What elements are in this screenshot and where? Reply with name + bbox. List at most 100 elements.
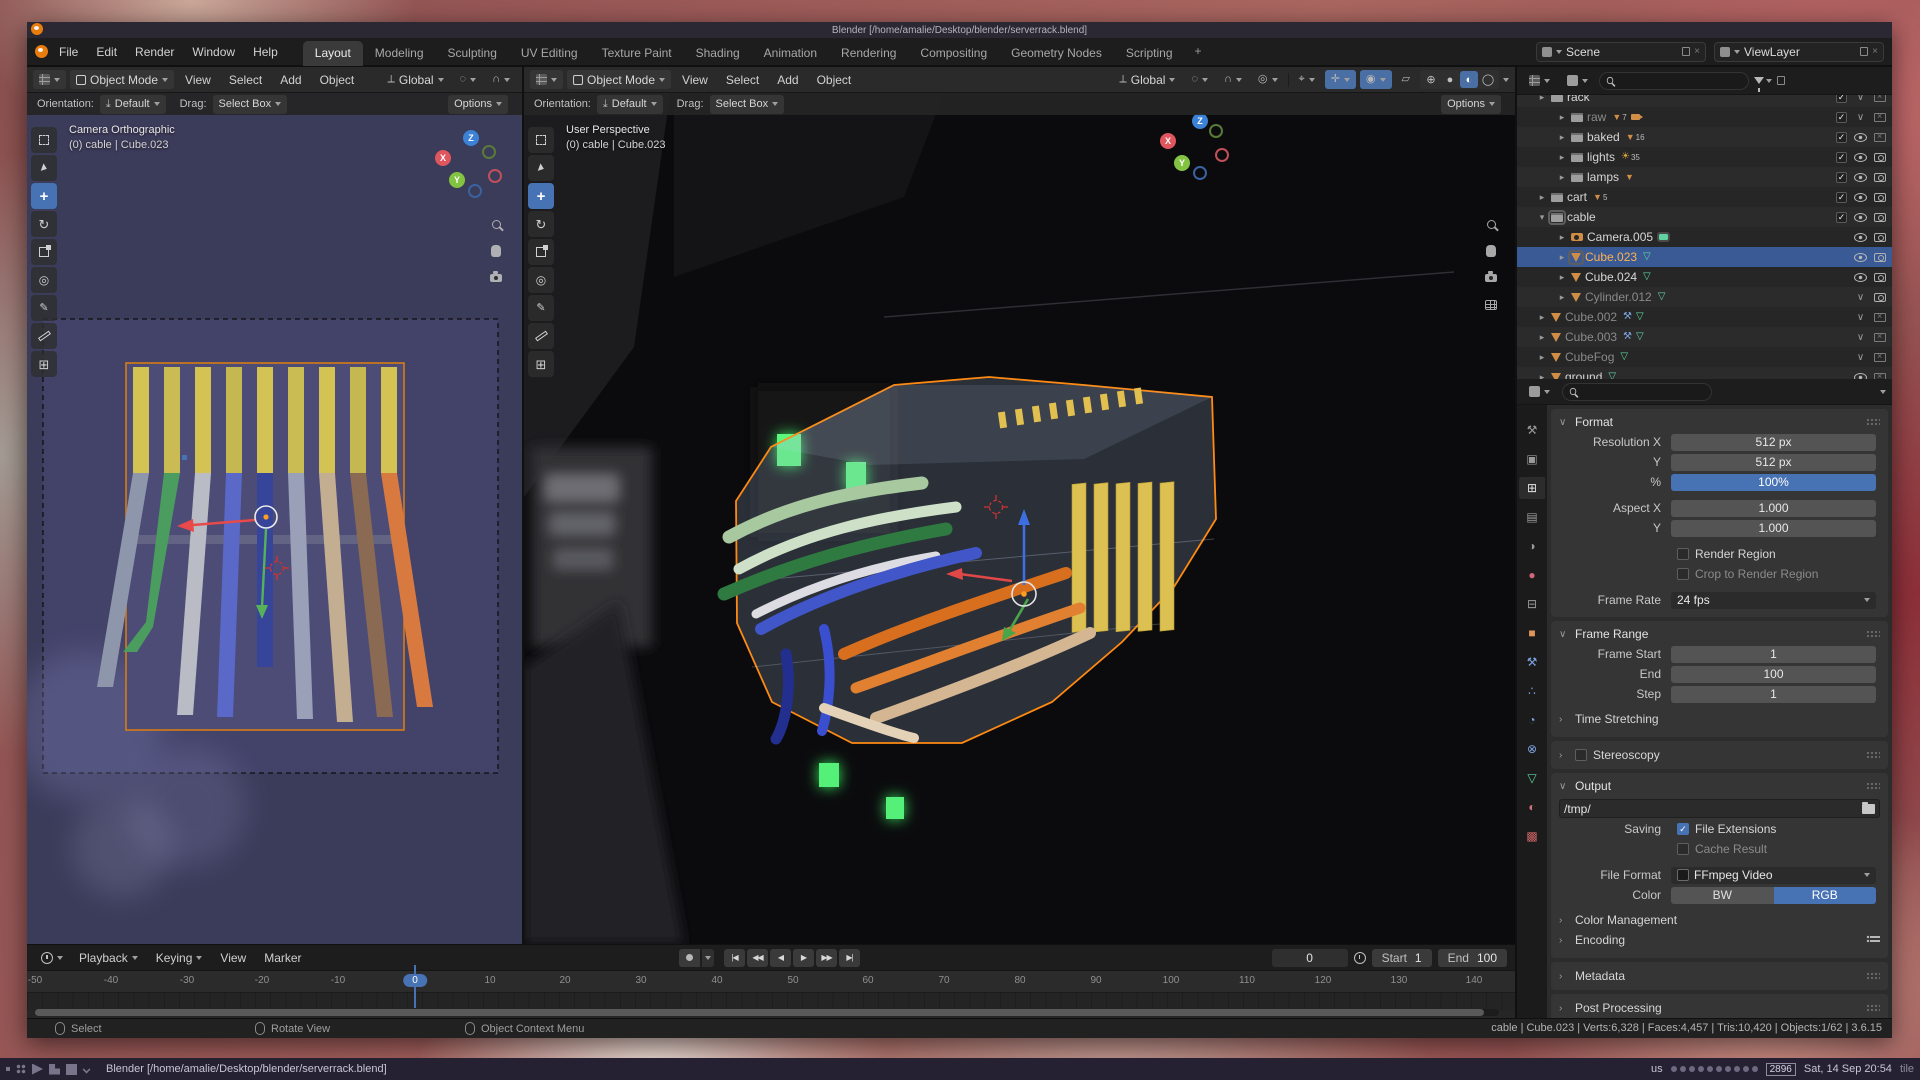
hide-eye-icon[interactable] (1854, 95, 1867, 103)
show-gizmos-toggle[interactable]: ✛ (1325, 70, 1356, 89)
expander-icon[interactable]: ▸ (1557, 132, 1567, 143)
next-keyframe-button[interactable]: ▶▶ (816, 949, 837, 967)
transform-orientation-dropdown[interactable]: ⟂Global (1113, 70, 1181, 89)
frame-step-field[interactable]: 1 (1671, 686, 1876, 703)
outliner-search[interactable] (1599, 72, 1749, 90)
workspace-tab[interactable]: Scripting (1114, 41, 1185, 66)
new-scene-icon[interactable] (1682, 47, 1690, 56)
expander-icon[interactable]: ▾ (1537, 212, 1547, 223)
blender-menu-logo[interactable] (35, 45, 48, 58)
pan-hand-icon[interactable] (1482, 242, 1500, 260)
properties-tab[interactable]: ⚒ (1519, 419, 1545, 441)
render-visibility-icon[interactable] (1874, 193, 1886, 202)
xray-toggle[interactable]: ▱ (1396, 70, 1416, 89)
properties-tab[interactable]: ▽ (1519, 767, 1545, 789)
axis-x-icon[interactable]: X (435, 150, 451, 166)
hide-eye-icon[interactable] (1854, 273, 1867, 282)
workspace-tab[interactable]: Geometry Nodes (999, 41, 1114, 66)
workspace-tab[interactable]: Compositing (908, 41, 999, 66)
render-visibility-icon[interactable] (1874, 273, 1886, 282)
tool-button[interactable] (31, 239, 57, 265)
pivot-point-dropdown[interactable]: ◌ (454, 70, 483, 89)
axis-y-icon[interactable]: Y (1174, 155, 1190, 171)
shading-mode-button[interactable]: ◐ (1460, 71, 1478, 88)
tool-button[interactable] (31, 351, 57, 377)
properties-search-input[interactable] (1582, 386, 1705, 398)
viewport-user[interactable]: Object Mode View Select Add Object ⟂Glob… (524, 67, 1515, 944)
workspace-indicator-icon[interactable] (66, 1064, 77, 1075)
cache-result-checkbox[interactable] (1677, 843, 1689, 855)
options-dropdown[interactable]: Options (1441, 95, 1501, 114)
tool-button[interactable] (528, 295, 554, 321)
viewport-camera[interactable]: Object Mode View Select Add Object ⟂Glob… (27, 67, 522, 944)
jump-to-end-button[interactable]: ▶| (839, 949, 860, 967)
editor-type-button[interactable] (33, 70, 66, 89)
exclude-checkbox-icon[interactable] (1836, 112, 1847, 123)
properties-tab[interactable]: ⊞ (1519, 477, 1545, 499)
jump-to-start-button[interactable]: |◀ (724, 949, 745, 967)
workspace-indicator-icon[interactable] (32, 1064, 43, 1075)
file-format-dropdown[interactable]: FFmpeg Video (1671, 867, 1876, 884)
view-menu[interactable]: View (178, 70, 218, 90)
options-dropdown[interactable]: Options (448, 95, 508, 114)
system-tray-icons[interactable] (1671, 1066, 1758, 1072)
format-panel-header[interactable]: ∨Format (1559, 413, 1880, 431)
workspace-tab[interactable]: Shading (684, 41, 752, 66)
outliner-id-type-dropdown[interactable] (1561, 71, 1594, 90)
outliner-row[interactable]: ▸ CubeFog (1517, 347, 1892, 367)
object-menu[interactable]: Object (313, 70, 362, 90)
render-visibility-icon[interactable] (1874, 95, 1886, 102)
file-extensions-checkbox[interactable]: ✓ (1677, 823, 1689, 835)
play-button[interactable]: ▶ (793, 949, 814, 967)
frame-end-field[interactable]: End100 (1438, 949, 1507, 967)
axis-x-neg-icon[interactable] (1215, 148, 1229, 162)
tool-button[interactable] (31, 183, 57, 209)
aspect-x-field[interactable]: 1.000 (1671, 500, 1876, 517)
hide-eye-icon[interactable] (1854, 133, 1867, 142)
hide-eye-icon[interactable] (1854, 233, 1867, 242)
scene-selector[interactable]: Scene × (1536, 42, 1706, 62)
tool-button[interactable] (528, 351, 554, 377)
expander-icon[interactable]: ▸ (1537, 95, 1547, 103)
prev-keyframe-button[interactable]: ◀◀ (747, 949, 768, 967)
auto-keying-record-button[interactable] (679, 949, 700, 967)
tool-button[interactable] (31, 155, 57, 181)
drag-grip-icon[interactable] (1866, 418, 1880, 426)
workspace-tab[interactable]: Modeling (363, 41, 436, 66)
zoom-icon[interactable] (1482, 215, 1500, 233)
render-visibility-icon[interactable] (1874, 113, 1886, 122)
outliner-row[interactable]: ▸ cart 5 (1517, 187, 1892, 207)
tool-button[interactable] (528, 183, 554, 209)
outliner-filter-button[interactable] (1754, 77, 1772, 84)
expander-icon[interactable]: ▸ (1537, 332, 1547, 343)
mode-dropdown[interactable]: Object Mode (70, 70, 174, 89)
outliner-row[interactable]: ▸ Cube.003 (1517, 327, 1892, 347)
axis-z-icon[interactable]: Z (1192, 113, 1208, 129)
properties-tab[interactable]: ■ (1519, 622, 1545, 644)
current-frame-badge[interactable]: 0 (403, 974, 427, 987)
render-visibility-icon[interactable] (1874, 233, 1886, 242)
tool-button[interactable] (31, 323, 57, 349)
hide-eye-icon[interactable] (1854, 292, 1867, 303)
outliner-row[interactable]: ▸ baked 16 (1517, 127, 1892, 147)
timeline-editor-type-button[interactable] (35, 948, 69, 967)
object-menu[interactable]: Object (810, 70, 859, 90)
color-bw-button[interactable]: BW (1671, 887, 1774, 904)
axis-z-icon[interactable]: Z (463, 130, 479, 146)
timeline-tracks[interactable] (27, 993, 1515, 1010)
timeline-scrollbar[interactable] (35, 1009, 1499, 1016)
tool-button[interactable] (528, 267, 554, 293)
menu-item[interactable]: Render (126, 41, 183, 63)
properties-tab[interactable]: ◑ (1519, 535, 1545, 557)
frame-end-field[interactable]: 100 (1671, 666, 1876, 683)
hide-eye-icon[interactable] (1854, 112, 1867, 123)
hide-eye-icon[interactable] (1854, 332, 1867, 343)
view-menu[interactable]: View (675, 70, 715, 90)
encoding-header[interactable]: ›Encoding (1559, 930, 1880, 950)
transform-orientation-dropdown[interactable]: ⟂Global (382, 70, 450, 89)
frame-start-field[interactable]: Start1 (1372, 949, 1432, 967)
expander-icon[interactable]: ▸ (1537, 312, 1547, 323)
frame-range-panel-header[interactable]: ∨Frame Range (1559, 625, 1880, 643)
auto-keying-dropdown[interactable] (702, 949, 714, 967)
metadata-header[interactable]: ›Metadata (1559, 966, 1880, 986)
